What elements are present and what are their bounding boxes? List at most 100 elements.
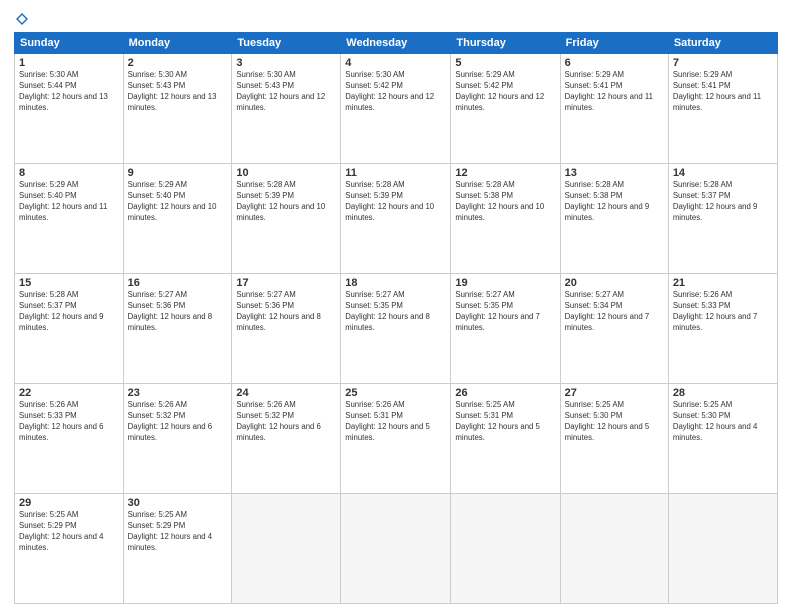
- day-number: 30: [128, 497, 228, 509]
- day-number: 9: [128, 167, 228, 179]
- day-info: Sunrise: 5:30 AM Sunset: 5:43 PM Dayligh…: [236, 70, 336, 114]
- day-number: 14: [673, 167, 773, 179]
- calendar-week-row: 1 Sunrise: 5:30 AM Sunset: 5:44 PM Dayli…: [15, 54, 778, 164]
- calendar-day-cell: 5 Sunrise: 5:29 AM Sunset: 5:42 PM Dayli…: [451, 54, 560, 164]
- day-number: 11: [345, 167, 446, 179]
- day-info: Sunrise: 5:26 AM Sunset: 5:32 PM Dayligh…: [236, 400, 336, 444]
- day-number: 28: [673, 387, 773, 399]
- day-info: Sunrise: 5:25 AM Sunset: 5:30 PM Dayligh…: [673, 400, 773, 444]
- day-info: Sunrise: 5:29 AM Sunset: 5:41 PM Dayligh…: [673, 70, 773, 114]
- day-info: Sunrise: 5:28 AM Sunset: 5:39 PM Dayligh…: [345, 180, 446, 224]
- day-number: 16: [128, 277, 228, 289]
- calendar-week-row: 29 Sunrise: 5:25 AM Sunset: 5:29 PM Dayl…: [15, 494, 778, 604]
- day-number: 24: [236, 387, 336, 399]
- day-info: Sunrise: 5:25 AM Sunset: 5:29 PM Dayligh…: [19, 510, 119, 554]
- day-info: Sunrise: 5:25 AM Sunset: 5:31 PM Dayligh…: [455, 400, 555, 444]
- calendar-day-cell: 20 Sunrise: 5:27 AM Sunset: 5:34 PM Dayl…: [560, 274, 668, 384]
- calendar-day-cell: 26 Sunrise: 5:25 AM Sunset: 5:31 PM Dayl…: [451, 384, 560, 494]
- day-number: 3: [236, 57, 336, 69]
- logo-icon: [15, 12, 29, 26]
- calendar-day-cell: [668, 494, 777, 604]
- day-info: Sunrise: 5:30 AM Sunset: 5:44 PM Dayligh…: [19, 70, 119, 114]
- day-info: Sunrise: 5:26 AM Sunset: 5:31 PM Dayligh…: [345, 400, 446, 444]
- page: SundayMondayTuesdayWednesdayThursdayFrid…: [0, 0, 792, 612]
- calendar-day-header: Tuesday: [232, 33, 341, 54]
- calendar-table: SundayMondayTuesdayWednesdayThursdayFrid…: [14, 32, 778, 604]
- day-number: 22: [19, 387, 119, 399]
- calendar-day-cell: 18 Sunrise: 5:27 AM Sunset: 5:35 PM Dayl…: [341, 274, 451, 384]
- calendar-day-cell: 23 Sunrise: 5:26 AM Sunset: 5:32 PM Dayl…: [123, 384, 232, 494]
- calendar-day-cell: 22 Sunrise: 5:26 AM Sunset: 5:33 PM Dayl…: [15, 384, 124, 494]
- calendar-day-cell: 25 Sunrise: 5:26 AM Sunset: 5:31 PM Dayl…: [341, 384, 451, 494]
- calendar-day-cell: 15 Sunrise: 5:28 AM Sunset: 5:37 PM Dayl…: [15, 274, 124, 384]
- calendar-day-cell: 19 Sunrise: 5:27 AM Sunset: 5:35 PM Dayl…: [451, 274, 560, 384]
- calendar-day-cell: 12 Sunrise: 5:28 AM Sunset: 5:38 PM Dayl…: [451, 164, 560, 274]
- calendar-day-cell: 9 Sunrise: 5:29 AM Sunset: 5:40 PM Dayli…: [123, 164, 232, 274]
- calendar-day-cell: 16 Sunrise: 5:27 AM Sunset: 5:36 PM Dayl…: [123, 274, 232, 384]
- calendar-day-cell: 1 Sunrise: 5:30 AM Sunset: 5:44 PM Dayli…: [15, 54, 124, 164]
- day-info: Sunrise: 5:30 AM Sunset: 5:43 PM Dayligh…: [128, 70, 228, 114]
- day-number: 10: [236, 167, 336, 179]
- calendar-day-cell: 2 Sunrise: 5:30 AM Sunset: 5:43 PM Dayli…: [123, 54, 232, 164]
- calendar-week-row: 15 Sunrise: 5:28 AM Sunset: 5:37 PM Dayl…: [15, 274, 778, 384]
- calendar-week-row: 8 Sunrise: 5:29 AM Sunset: 5:40 PM Dayli…: [15, 164, 778, 274]
- day-number: 17: [236, 277, 336, 289]
- calendar-day-header: Sunday: [15, 33, 124, 54]
- day-number: 4: [345, 57, 446, 69]
- calendar-day-cell: 11 Sunrise: 5:28 AM Sunset: 5:39 PM Dayl…: [341, 164, 451, 274]
- day-number: 13: [565, 167, 664, 179]
- calendar-week-row: 22 Sunrise: 5:26 AM Sunset: 5:33 PM Dayl…: [15, 384, 778, 494]
- calendar-day-cell: 30 Sunrise: 5:25 AM Sunset: 5:29 PM Dayl…: [123, 494, 232, 604]
- day-info: Sunrise: 5:28 AM Sunset: 5:38 PM Dayligh…: [565, 180, 664, 224]
- day-number: 8: [19, 167, 119, 179]
- calendar-day-cell: 3 Sunrise: 5:30 AM Sunset: 5:43 PM Dayli…: [232, 54, 341, 164]
- day-info: Sunrise: 5:29 AM Sunset: 5:41 PM Dayligh…: [565, 70, 664, 114]
- calendar-day-cell: 6 Sunrise: 5:29 AM Sunset: 5:41 PM Dayli…: [560, 54, 668, 164]
- day-info: Sunrise: 5:28 AM Sunset: 5:37 PM Dayligh…: [673, 180, 773, 224]
- day-info: Sunrise: 5:29 AM Sunset: 5:42 PM Dayligh…: [455, 70, 555, 114]
- day-info: Sunrise: 5:27 AM Sunset: 5:34 PM Dayligh…: [565, 290, 664, 334]
- calendar-day-cell: 29 Sunrise: 5:25 AM Sunset: 5:29 PM Dayl…: [15, 494, 124, 604]
- calendar-day-cell: 7 Sunrise: 5:29 AM Sunset: 5:41 PM Dayli…: [668, 54, 777, 164]
- calendar-day-cell: [341, 494, 451, 604]
- calendar-day-cell: 13 Sunrise: 5:28 AM Sunset: 5:38 PM Dayl…: [560, 164, 668, 274]
- day-info: Sunrise: 5:26 AM Sunset: 5:33 PM Dayligh…: [19, 400, 119, 444]
- day-info: Sunrise: 5:26 AM Sunset: 5:33 PM Dayligh…: [673, 290, 773, 334]
- calendar-day-cell: 27 Sunrise: 5:25 AM Sunset: 5:30 PM Dayl…: [560, 384, 668, 494]
- day-info: Sunrise: 5:30 AM Sunset: 5:42 PM Dayligh…: [345, 70, 446, 114]
- calendar-day-cell: 14 Sunrise: 5:28 AM Sunset: 5:37 PM Dayl…: [668, 164, 777, 274]
- day-number: 7: [673, 57, 773, 69]
- day-info: Sunrise: 5:27 AM Sunset: 5:35 PM Dayligh…: [455, 290, 555, 334]
- day-info: Sunrise: 5:27 AM Sunset: 5:36 PM Dayligh…: [128, 290, 228, 334]
- calendar-day-header: Monday: [123, 33, 232, 54]
- calendar-day-cell: 28 Sunrise: 5:25 AM Sunset: 5:30 PM Dayl…: [668, 384, 777, 494]
- calendar-header-row: SundayMondayTuesdayWednesdayThursdayFrid…: [15, 33, 778, 54]
- header: [14, 12, 778, 26]
- day-number: 25: [345, 387, 446, 399]
- calendar-day-header: Thursday: [451, 33, 560, 54]
- calendar-day-header: Saturday: [668, 33, 777, 54]
- day-info: Sunrise: 5:29 AM Sunset: 5:40 PM Dayligh…: [128, 180, 228, 224]
- day-number: 1: [19, 57, 119, 69]
- day-number: 23: [128, 387, 228, 399]
- calendar-day-cell: 17 Sunrise: 5:27 AM Sunset: 5:36 PM Dayl…: [232, 274, 341, 384]
- day-info: Sunrise: 5:28 AM Sunset: 5:39 PM Dayligh…: [236, 180, 336, 224]
- calendar-day-cell: 24 Sunrise: 5:26 AM Sunset: 5:32 PM Dayl…: [232, 384, 341, 494]
- calendar-day-cell: 21 Sunrise: 5:26 AM Sunset: 5:33 PM Dayl…: [668, 274, 777, 384]
- day-info: Sunrise: 5:26 AM Sunset: 5:32 PM Dayligh…: [128, 400, 228, 444]
- day-number: 21: [673, 277, 773, 289]
- day-number: 19: [455, 277, 555, 289]
- calendar-day-cell: 8 Sunrise: 5:29 AM Sunset: 5:40 PM Dayli…: [15, 164, 124, 274]
- day-info: Sunrise: 5:27 AM Sunset: 5:36 PM Dayligh…: [236, 290, 336, 334]
- day-number: 2: [128, 57, 228, 69]
- day-info: Sunrise: 5:28 AM Sunset: 5:37 PM Dayligh…: [19, 290, 119, 334]
- calendar-day-header: Friday: [560, 33, 668, 54]
- calendar-day-header: Wednesday: [341, 33, 451, 54]
- day-info: Sunrise: 5:25 AM Sunset: 5:30 PM Dayligh…: [565, 400, 664, 444]
- day-number: 20: [565, 277, 664, 289]
- calendar-day-cell: 4 Sunrise: 5:30 AM Sunset: 5:42 PM Dayli…: [341, 54, 451, 164]
- day-number: 27: [565, 387, 664, 399]
- day-number: 29: [19, 497, 119, 509]
- day-info: Sunrise: 5:27 AM Sunset: 5:35 PM Dayligh…: [345, 290, 446, 334]
- day-number: 5: [455, 57, 555, 69]
